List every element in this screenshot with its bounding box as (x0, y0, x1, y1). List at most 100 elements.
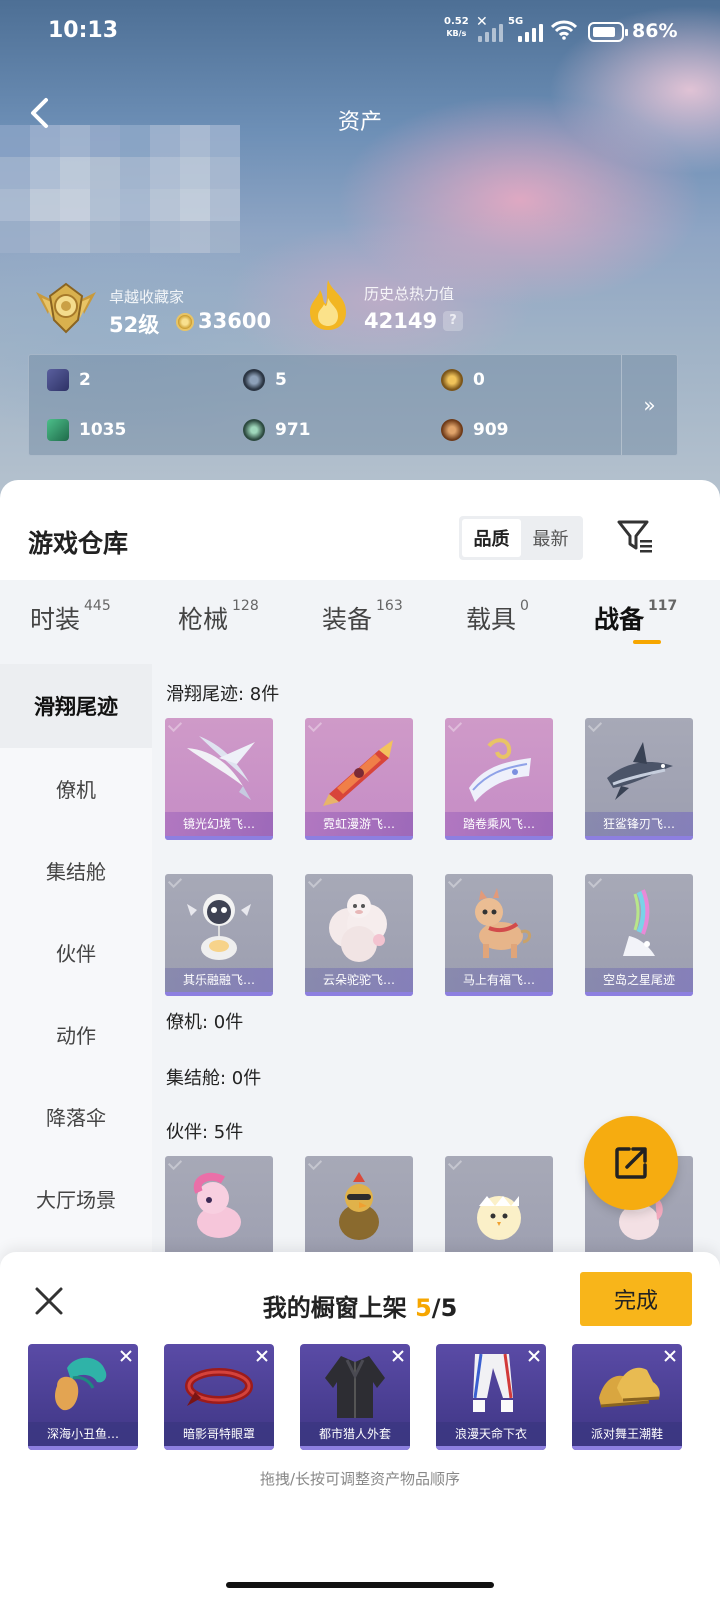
warehouse-title: 游戏仓库 (28, 529, 129, 558)
item-card[interactable]: 马上有福飞… (445, 874, 553, 996)
hero-banner: 10:13 0.52 KB/s ✕ 5G 86% 资产 卓越收藏家 52级 33… (0, 0, 720, 520)
done-button[interactable]: 完成 (580, 1272, 692, 1326)
remove-icon[interactable] (526, 1348, 542, 1364)
coin-value: 33600 (198, 309, 272, 333)
sidebar-item-emote[interactable]: 动作 (0, 992, 152, 1076)
shelf-item-name: 都市猎人外套 (300, 1422, 410, 1446)
green-ticket-icon (47, 419, 69, 441)
showcase-shelf-panel: 我的橱窗上架 5/5 完成 深海小丑鱼… 暗影哥特眼罩 都市猎人外套 浪漫天命下… (0, 1252, 720, 1600)
currency-item: 971 (243, 419, 311, 441)
share-button[interactable] (584, 1116, 678, 1210)
shelf-item[interactable]: 深海小丑鱼… (28, 1344, 138, 1450)
item-name: 霓虹漫游飞… (305, 812, 413, 836)
pink-pony-art (193, 1172, 241, 1238)
battery-percent: 86% (632, 20, 678, 42)
gothic-eyepatch-art (185, 1368, 253, 1406)
chick-egg-art (477, 1196, 521, 1240)
currency-item: 2 (47, 369, 91, 391)
currency-item: 1035 (47, 419, 126, 441)
item-name: 云朵驼驼飞… (305, 968, 413, 992)
remove-icon[interactable] (118, 1348, 134, 1364)
tab-equipment[interactable]: 装备 163 (322, 598, 403, 636)
blurred-avatar-mosaic (0, 125, 240, 255)
sidebar-item-lobby-scene[interactable]: 大厅场景 (0, 1156, 152, 1240)
romance-pants-art (473, 1353, 513, 1412)
item-card[interactable]: 其乐融融飞… (165, 874, 273, 996)
item-card[interactable]: 霓虹漫游飞… (305, 718, 413, 840)
heat-value: 42149 (364, 309, 438, 333)
sort-newest-button[interactable]: 最新 (521, 519, 580, 557)
item-name: 空岛之星尾迹 (585, 968, 693, 992)
tab-guns[interactable]: 枪械 128 (178, 598, 259, 636)
wing-trail-art (187, 736, 255, 800)
signal-bars-icon (478, 22, 503, 42)
shelf-item-name: 深海小丑鱼… (28, 1422, 138, 1446)
shelf-item[interactable]: 浪漫天命下衣 (436, 1344, 546, 1450)
tab-active-indicator (633, 640, 661, 644)
tab-fashion[interactable]: 时装 445 (30, 598, 111, 636)
net-speed: 0.52 KB/s (444, 16, 469, 38)
item-name: 马上有福飞… (445, 968, 553, 992)
item-card[interactable]: 踏卷乘风飞… (445, 718, 553, 840)
section-label-assembly-pod: 集结舱: 0件 (166, 1068, 262, 1089)
category-tabs: 时装 445 枪械 128 装备 163 载具 0 战备 117 (0, 580, 720, 664)
rank-level: 52级 (109, 313, 160, 337)
item-name: 狂鲨锋刃飞… (585, 812, 693, 836)
currency-item: 0 (441, 369, 485, 391)
collector-rank-badge-icon (36, 282, 96, 334)
section-label-wingman: 僚机: 0件 (166, 1012, 244, 1033)
remove-icon[interactable] (662, 1348, 678, 1364)
currency-more-chevron-icon[interactable]: » (621, 355, 677, 455)
signal-bars-5g-icon (518, 22, 543, 42)
currency-item: 909 (441, 419, 509, 441)
tab-vehicles[interactable]: 载具 0 (466, 598, 529, 636)
section-label-partner: 伙伴: 5件 (166, 1122, 244, 1143)
hunter-jacket-art (325, 1356, 385, 1418)
home-indicator[interactable] (226, 1582, 494, 1588)
item-card[interactable]: 云朵驼驼飞… (305, 874, 413, 996)
item-name: 镜光幻境飞… (165, 812, 273, 836)
rooster-art (339, 1172, 379, 1240)
shelf-item[interactable]: 暗影哥特眼罩 (164, 1344, 274, 1450)
flame-icon (310, 280, 346, 330)
sidebar-item-parachute[interactable]: 降落伞 (0, 1074, 152, 1158)
cloud-alpaca-art (329, 894, 387, 962)
shark-blade-art (607, 742, 673, 800)
help-icon[interactable]: ? (443, 311, 463, 331)
sky-island-star-trail-art (623, 889, 655, 956)
neon-rocket-art (323, 740, 393, 806)
shelf-item-name: 派对舞王潮鞋 (572, 1422, 682, 1446)
share-external-icon (615, 1147, 647, 1179)
status-bar: 10:13 0.52 KB/s ✕ 5G 86% (0, 0, 720, 64)
battery-icon (588, 22, 628, 42)
sidebar-item-wingman[interactable]: 僚机 (0, 746, 152, 830)
sidebar-item-assembly-pod[interactable]: 集结舱 (0, 828, 152, 912)
shelf-item-name: 暗影哥特眼罩 (164, 1422, 274, 1446)
silver-badge-icon (243, 369, 265, 391)
tab-battle-prep[interactable]: 战备 117 (594, 598, 677, 636)
party-sneakers-art (599, 1367, 660, 1408)
remove-icon[interactable] (390, 1348, 406, 1364)
clock: 10:13 (48, 18, 119, 43)
currency-panel[interactable]: 2 5 0 1035 971 909 » (28, 354, 678, 456)
shelf-item-name: 浪漫天命下衣 (436, 1422, 546, 1446)
heat-label: 历史总热力值 (364, 285, 455, 303)
sidebar-item-partner[interactable]: 伙伴 (0, 910, 152, 994)
sidebar-item-glide-trail[interactable]: 滑翔尾迹 (0, 664, 152, 748)
rank-label: 卓越收藏家 (109, 288, 185, 306)
shelf-item[interactable]: 都市猎人外套 (300, 1344, 410, 1450)
currency-item: 5 (243, 369, 287, 391)
reorder-hint: 拖拽/长按可调整资产物品顺序 (259, 1470, 461, 1488)
item-card[interactable]: 镜光幻境飞… (165, 718, 273, 840)
shelf-count: 5 (415, 1294, 432, 1322)
page-title: 资产 (337, 110, 382, 135)
filter-icon[interactable] (616, 518, 654, 556)
remove-icon[interactable] (254, 1348, 270, 1364)
gold-coin-icon (176, 313, 194, 331)
item-card[interactable]: 空岛之星尾迹 (585, 874, 693, 996)
sort-quality-button[interactable]: 品质 (462, 519, 521, 557)
item-card[interactable]: 狂鲨锋刃飞… (585, 718, 693, 840)
card-ticket-icon (47, 369, 69, 391)
lucky-horse-art (475, 888, 531, 958)
shelf-item[interactable]: 派对舞王潮鞋 (572, 1344, 682, 1450)
